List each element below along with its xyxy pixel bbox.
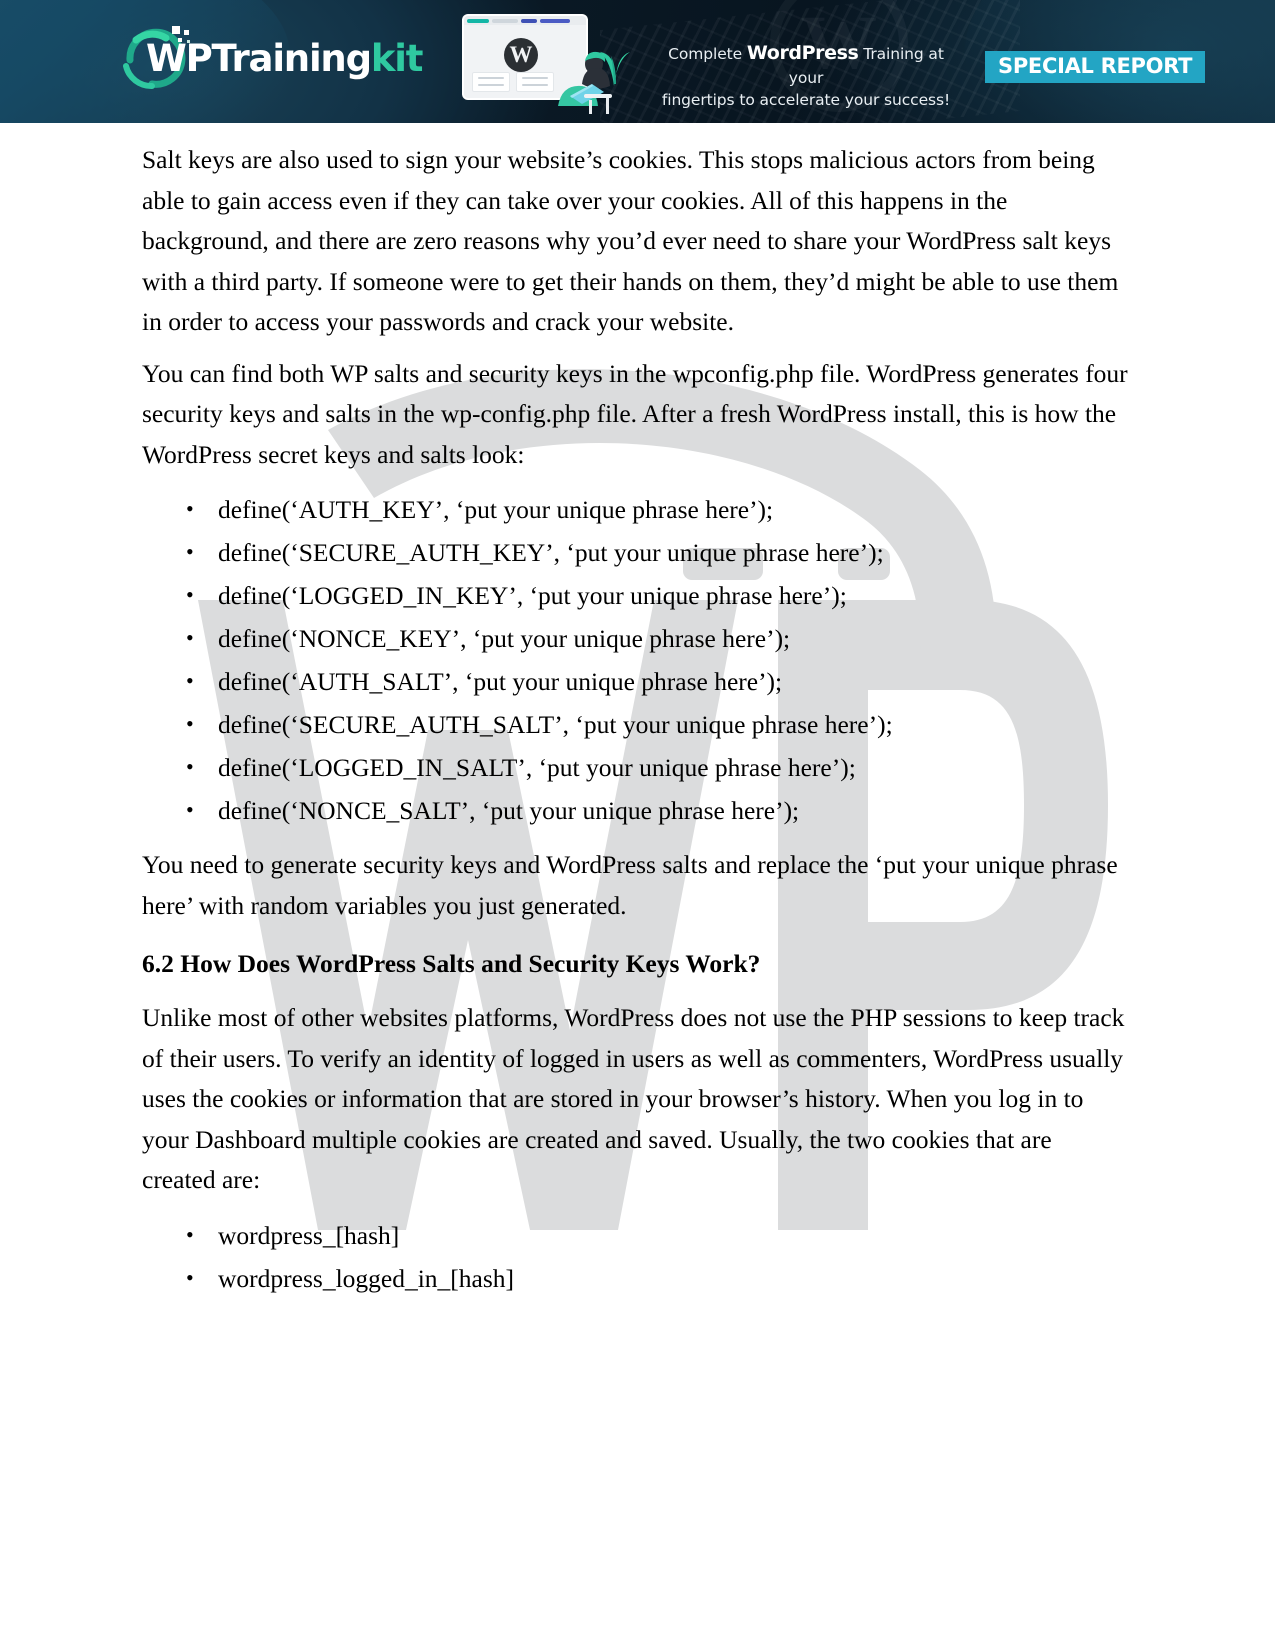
cookies-list: wordpress_[hash] wordpress_logged_in_[ha…: [142, 1213, 1130, 1300]
list-item: define(‘AUTH_SALT’, ‘put your unique phr…: [186, 659, 1130, 703]
security-keys-list: define(‘AUTH_KEY’, ‘put your unique phra…: [142, 487, 1130, 832]
content-cards-graphic: [472, 72, 554, 92]
logo-text-training: Training: [211, 36, 373, 80]
list-item: define(‘AUTH_KEY’, ‘put your unique phra…: [186, 487, 1130, 531]
logo-text-wp: WP: [146, 36, 213, 80]
list-item: wordpress_[hash]: [186, 1213, 1130, 1257]
page-title: 6.2 How Does WordPress Salts and Securit…: [142, 949, 761, 978]
list-item: wordpress_logged_in_[hash]: [186, 1256, 1130, 1300]
paragraph-how-salts-work: Unlike most of other websites platforms,…: [142, 1003, 1125, 1194]
special-report-badge: SPECIAL REPORT: [985, 51, 1206, 83]
header-banner: W WPTrainingkit W Complete WordPress Tra…: [0, 0, 1275, 123]
list-item: define(‘SECURE_AUTH_SALT’, ‘put your uni…: [186, 702, 1130, 746]
browser-toolbar-graphic: [464, 16, 586, 25]
brand-logo: WPTrainingkit: [112, 22, 424, 94]
paragraph-generate-keys: You need to generate security keys and W…: [142, 850, 1118, 920]
tagline-wordpress: WordPress: [746, 42, 859, 64]
hero-illustration: W: [452, 10, 637, 122]
list-item: define(‘NONCE_KEY’, ‘put your unique phr…: [186, 616, 1130, 660]
document-body: Salt keys are also used to sign your web…: [0, 123, 1275, 1313]
tagline-part-1: Complete: [668, 45, 747, 63]
wordpress-logo-icon: W: [504, 38, 538, 72]
paragraph-wp-config: You can find both WP salts and security …: [142, 358, 1128, 469]
brand-logo-text: WPTrainingkit: [146, 36, 424, 80]
list-item: define(‘LOGGED_IN_KEY’, ‘put your unique…: [186, 573, 1130, 617]
list-item: define(‘SECURE_AUTH_KEY’, ‘put your uniq…: [186, 530, 1130, 574]
banner-tagline: Complete WordPress Training at your fing…: [650, 40, 962, 111]
plant-icon: [600, 52, 630, 86]
list-item: define(‘LOGGED_IN_SALT’, ‘put your uniqu…: [186, 745, 1130, 789]
paragraph-salt-keys: Salt keys are also used to sign your web…: [142, 145, 1119, 336]
tagline-line-2: fingertips to accelerate your success!: [661, 90, 951, 109]
list-item: define(‘NONCE_SALT’, ‘put your unique ph…: [186, 788, 1130, 832]
logo-text-kit: kit: [370, 36, 424, 80]
